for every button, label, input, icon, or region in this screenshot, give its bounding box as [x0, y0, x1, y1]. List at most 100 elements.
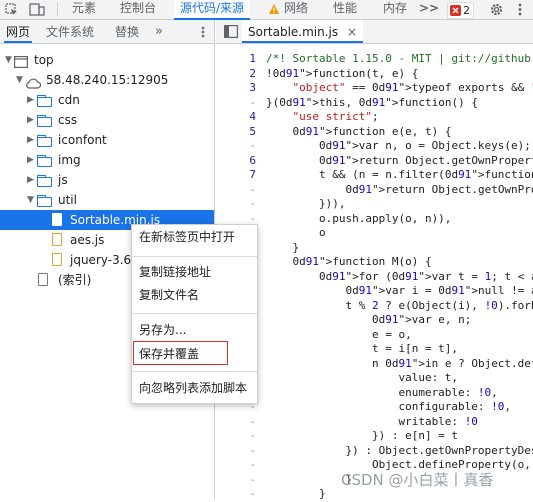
tree-node-folder[interactable]: ▶ js	[0, 170, 214, 190]
menu-item-copy-filename[interactable]: 复制文件名	[132, 284, 257, 306]
error-icon	[450, 5, 461, 16]
code-line: t = i[n = t],	[266, 342, 459, 355]
expand-arrow-icon[interactable]: ▼	[27, 190, 34, 210]
tree-label: (索引)	[58, 273, 92, 287]
line-number: -	[249, 182, 256, 196]
tree-node-folder[interactable]: ▶ img	[0, 150, 214, 170]
code-line: })),	[266, 197, 346, 210]
menu-item-add-to-ignore-list[interactable]: 向忽略列表添加脚本	[132, 377, 257, 399]
menu-item-open-new-tab[interactable]: 在新标签页中打开	[132, 226, 257, 248]
collapse-arrow-icon[interactable]: ▶	[27, 170, 34, 190]
line-number: -	[249, 487, 256, 500]
context-menu: 在新标签页中打开 复制链接地址 复制文件名 另存为... 保存并覆盖 向忽略列表…	[131, 224, 258, 404]
collapse-arrow-icon[interactable]: ▶	[27, 90, 34, 110]
menu-item-save-as[interactable]: 另存为...	[132, 319, 257, 341]
frame-icon	[14, 54, 29, 69]
line-number: -	[249, 197, 256, 210]
folder-icon	[37, 95, 52, 107]
kebab-menu-icon[interactable]	[518, 3, 522, 16]
code-line: value: t,	[266, 371, 459, 384]
expand-arrow-icon[interactable]: ▼	[5, 50, 12, 70]
line-number: -	[249, 429, 256, 442]
line-number: -	[249, 472, 256, 486]
tab-overrides[interactable]: 替换	[115, 20, 139, 43]
line-number: -	[249, 458, 256, 471]
code-line: }	[266, 472, 353, 486]
line-number: -	[249, 414, 256, 428]
tree-label: aes.js	[70, 233, 105, 247]
file-icon	[52, 253, 62, 266]
tree-label: js	[58, 173, 68, 187]
code-line: 0d91">function M(o) {	[292, 255, 432, 268]
error-count: 2	[463, 4, 470, 17]
code-editor[interactable]: /*! Sortable 1.15.0 - MIT | git://github…	[266, 44, 533, 499]
tree-node-folder[interactable]: ▶ iconfont	[0, 130, 214, 150]
line-number: 6	[249, 153, 256, 167]
tree-node-host[interactable]: ▼ 58.48.240.15:12905	[0, 70, 214, 90]
tree-label: iconfont	[58, 133, 107, 147]
folder-icon	[37, 155, 52, 167]
code-line: o	[266, 226, 326, 239]
code-line: !0d91">function(t, e) {	[266, 66, 419, 80]
more-navigator-tabs-button[interactable]: »	[155, 20, 163, 43]
tree-node-folder[interactable]: ▼ util	[0, 190, 214, 210]
more-tabs-button[interactable]: >>	[419, 0, 439, 19]
code-line: }	[266, 240, 300, 254]
menu-item-copy-link[interactable]: 复制链接地址	[132, 261, 257, 283]
kebab-menu-icon[interactable]	[201, 26, 205, 38]
code-line: }) : Object.getOwnPropertyDes	[266, 443, 533, 457]
tree-label: 58.48.240.15:12905	[46, 73, 169, 87]
editor-tab-label: Sortable.min.js	[248, 25, 339, 39]
editor-tab-sortable[interactable]: Sortable.min.js ×	[242, 20, 364, 43]
code-line: writable: !0	[266, 414, 478, 428]
gear-icon[interactable]	[489, 2, 504, 17]
line-number: -	[249, 443, 256, 457]
inspect-element-icon[interactable]	[5, 3, 18, 16]
file-icon	[52, 213, 62, 226]
navigator-tabbar: 网页 文件系统 替换 »	[0, 20, 215, 44]
code-line: 0d91">var n, o = Object.keys(e);	[318, 139, 531, 152]
line-number: 3	[249, 81, 256, 94]
collapse-arrow-icon[interactable]: ▶	[27, 110, 34, 130]
tab-elements[interactable]: 元素	[72, 0, 96, 19]
cloud-icon	[25, 75, 42, 89]
code-line: t && (n = n.filter(0d91">function(t) {	[266, 168, 533, 181]
document-icon	[38, 273, 48, 286]
code-line: 0d91">var i = 0d91">null != arguments[t]	[345, 284, 533, 297]
expand-arrow-icon[interactable]: ▼	[16, 70, 23, 90]
tree-label: img	[58, 153, 81, 167]
tab-performance[interactable]: 性能	[333, 0, 357, 19]
tab-sources[interactable]: 源代码/来源	[174, 0, 251, 20]
code-line: configurable: !0,	[266, 400, 512, 413]
code-line: }) : e[n] = t	[266, 429, 459, 442]
device-toolbar-icon[interactable]	[29, 3, 45, 16]
folder-icon	[37, 195, 52, 207]
line-number: 7	[249, 168, 256, 181]
tab-memory[interactable]: 内存	[383, 0, 407, 19]
watermark: CSDN @小白菜丨真香	[341, 471, 494, 489]
code-line: 0d91">var e, n;	[371, 313, 472, 326]
error-count-badge[interactable]: 2	[447, 2, 474, 19]
code-line: "use strict";	[292, 110, 379, 123]
folder-icon	[37, 135, 52, 147]
code-line: "object" == 0d91">typeof exports && "und…	[292, 81, 533, 94]
tree-label: cdn	[58, 93, 80, 107]
toggle-navigator-icon[interactable]	[224, 25, 239, 39]
tree-label: util	[58, 193, 77, 207]
tab-filesystem[interactable]: 文件系统	[46, 20, 94, 43]
tree-node-top[interactable]: ▼ top	[0, 50, 214, 70]
highlight-box	[133, 341, 228, 365]
menu-divider	[132, 313, 257, 314]
tab-page[interactable]: 网页	[4, 20, 33, 43]
tree-label: css	[58, 113, 78, 127]
tree-node-folder[interactable]: ▶ css	[0, 110, 214, 130]
collapse-arrow-icon[interactable]: ▶	[27, 130, 34, 150]
line-number: 1	[249, 52, 256, 65]
tree-node-folder[interactable]: ▶ cdn	[0, 90, 214, 110]
folder-icon	[37, 115, 52, 127]
code-line: 0d91">for (0d91">var t = 1; t < argument…	[318, 269, 533, 283]
close-icon[interactable]: ×	[347, 25, 357, 39]
tab-network[interactable]: 网络	[284, 0, 308, 19]
collapse-arrow-icon[interactable]: ▶	[27, 150, 34, 170]
tab-console[interactable]: 控制台	[120, 0, 156, 19]
